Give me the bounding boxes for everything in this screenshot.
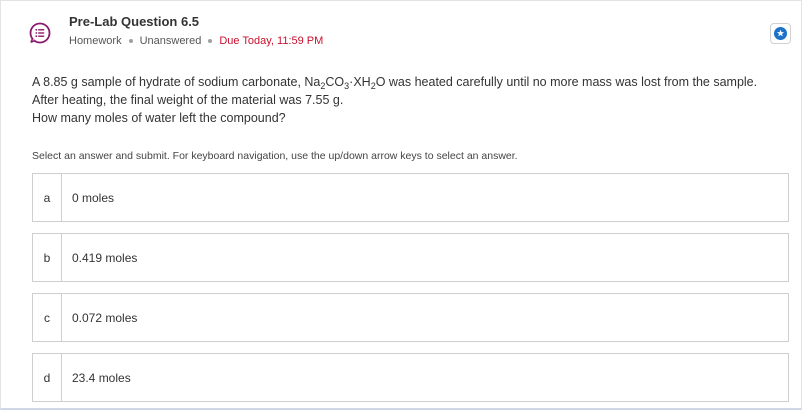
question-card: Pre-Lab Question 6.5 Homework Unanswered… [0,0,802,410]
question-list-icon [29,22,51,44]
answer-option-a[interactable]: a 0 moles [32,173,789,222]
option-letter: d [33,354,62,401]
bookmark-button[interactable] [770,23,791,44]
due-date-label: Due Today, 11:59 PM [219,35,324,47]
formula-part: CO [325,75,345,89]
answer-instructions: Select an answer and submit. For keyboar… [32,150,518,162]
separator-dot [208,39,213,43]
question-line-1-end: O was heated carefully until no more mas… [375,75,758,89]
question-line-1: A 8.85 g sample of hydrate of sodium car… [32,73,792,91]
option-text: 23.4 moles [72,370,131,385]
answer-option-c[interactable]: c 0.072 moles [32,293,789,342]
option-text: 0 moles [72,190,115,205]
answer-option-d[interactable]: d 23.4 moles [32,353,789,402]
option-text: 0.419 moles [72,250,138,265]
question-title: Pre-Lab Question 6.5 [69,14,200,29]
question-text: A 8.85 g sample of hydrate of sodium car… [32,73,792,127]
option-letter: b [33,234,62,281]
question-line-2: After heating, the final weight of the m… [32,93,344,107]
question-header: Pre-Lab Question 6.5 Homework Unanswered… [1,1,801,61]
option-letter: c [33,294,62,341]
star-icon [774,27,787,40]
question-line-3: How many moles of water left the compoun… [32,111,286,125]
option-text: 0.072 moles [72,310,138,325]
question-meta: Homework Unanswered Due Today, 11:59 PM [69,35,323,47]
answer-option-b[interactable]: b 0.419 moles [32,233,789,282]
option-letter: a [33,174,62,221]
status-label: Unanswered [139,35,202,47]
question-line-1-text: A 8.85 g sample of hydrate of sodium car… [32,75,321,89]
formula-part: ·XH [349,75,371,89]
category-label: Homework [69,35,122,47]
separator-dot [128,39,133,43]
